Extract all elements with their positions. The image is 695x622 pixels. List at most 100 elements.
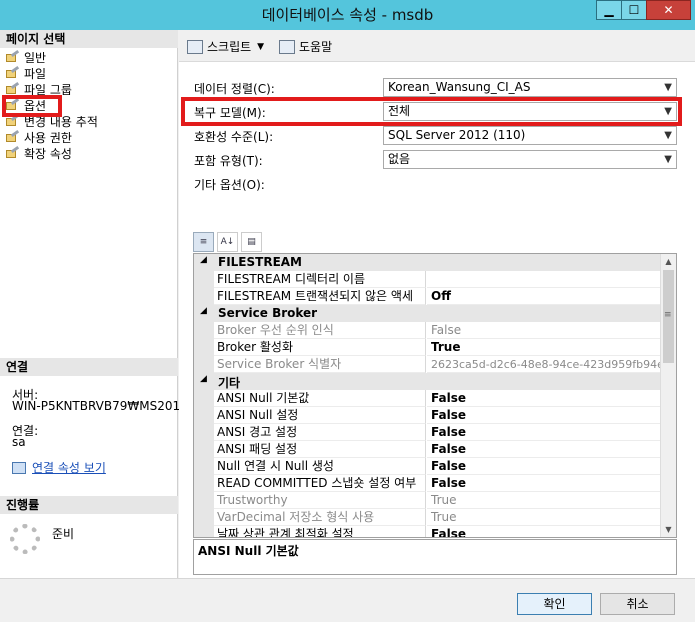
page-item-extended-properties[interactable]: 확장 속성 [6,145,72,162]
compatibility-value: SQL Server 2012 (110) [388,128,526,142]
cancel-button[interactable]: 취소 [600,593,675,615]
property-name: Trustworthy [214,492,426,509]
title-bar: 데이터베이스 속성 - msdb ▁ ☐ ✕ [0,0,695,30]
page-icon [6,49,20,64]
progress-spinner-icon [10,524,40,554]
property-row[interactable]: FILESTREAM 트랜잭션되지 않은 액세 Off [194,288,662,305]
property-name: FILESTREAM 디렉터리 이름 [214,271,426,288]
chevron-down-icon[interactable]: ▼ [664,79,672,96]
property-name: ANSI Null 설정 [214,407,426,424]
other-options-label: 기타 옵션(O): [194,178,265,192]
property-row[interactable]: Broker 우선 순위 인식 False [194,322,662,339]
property-row[interactable]: Broker 활성화 True [194,339,662,356]
server-value: WIN-P5KNTBRVB79₩MS201: [12,399,185,413]
category-label: FILESTREAM [218,255,302,269]
property-row[interactable]: Trustworthy True [194,492,662,509]
property-value[interactable] [427,271,662,288]
script-button[interactable]: 스크립트 ▼ [187,38,264,55]
categorized-icon[interactable]: ≡ [193,232,214,252]
collapse-icon[interactable]: ◢ [200,255,207,265]
ok-button[interactable]: 확인 [517,593,592,615]
page-item-files[interactable]: 파일 [6,65,47,82]
containment-select[interactable]: 없음 ▼ [383,150,677,169]
property-row[interactable]: VarDecimal 저장소 형식 사용 True [194,509,662,526]
property-row[interactable]: FILESTREAM 디렉터리 이름 [194,271,662,288]
property-name: Broker 우선 순위 인식 [214,322,426,339]
property-name: Service Broker 식별자 [214,356,426,373]
property-value[interactable]: False [427,424,662,441]
property-value[interactable]: False [427,407,662,424]
property-value: False [427,322,662,339]
page-icon [6,129,20,144]
page-item-permissions[interactable]: 사용 권한 [6,129,72,146]
property-value[interactable]: True [427,339,662,356]
page-icon [6,65,20,80]
property-value[interactable]: False [427,475,662,492]
property-value[interactable]: False [427,390,662,407]
script-label: 스크립트 [207,40,252,54]
script-icon [187,39,203,54]
window-title: 데이터베이스 속성 - msdb [261,6,434,24]
property-name: ANSI 경고 설정 [214,424,426,441]
category-label: Service Broker [218,306,318,320]
property-name: READ COMMITTED 스냅숏 설정 여부 [214,475,426,492]
property-value: 2623ca5d-d2c6-48e8-94ce-423d959fb94e [427,356,662,373]
dialog-client: 페이지 선택 일반 파일 파일 그룹 옵션 변경 내용 추적 사용 권한 확장 … [0,30,695,622]
property-row[interactable]: Service Broker 식별자 2623ca5d-d2c6-48e8-94… [194,356,662,373]
category-label: 기타 [218,376,241,390]
property-row[interactable]: READ COMMITTED 스냅숏 설정 여부 False [194,475,662,492]
property-name: Null 연결 시 Null 생성 [214,458,426,475]
collapse-icon[interactable]: ◢ [200,374,207,384]
category-misc[interactable]: ◢ 기타 [194,373,662,390]
property-name: FILESTREAM 트랜잭션되지 않은 액세 [214,288,426,305]
category-filestream[interactable]: ◢ FILESTREAM [194,254,662,271]
close-button[interactable]: ✕ [646,0,691,20]
page-icon [6,145,20,160]
view-connection-properties[interactable]: 연결 속성 보기 [12,459,106,476]
property-row[interactable]: ANSI 경고 설정 False [194,424,662,441]
left-panel: 페이지 선택 일반 파일 파일 그룹 옵션 변경 내용 추적 사용 권한 확장 … [0,30,184,578]
compatibility-label: 호환성 수준(L): [194,130,274,144]
collation-select[interactable]: Korean_Wansung_CI_AS ▼ [383,78,677,97]
property-pages-icon[interactable]: ▤ [241,232,262,252]
property-row[interactable]: 날짜 상관 관계 최적화 설정 False [194,526,662,537]
collation-label: 데이터 정렬(C): [194,82,275,96]
maximize-button[interactable]: ☐ [621,0,647,20]
property-row-selected[interactable]: ANSI Null 기본값 False [194,390,662,407]
collapse-icon[interactable]: ◢ [200,306,207,316]
view-connection-link[interactable]: 연결 속성 보기 [32,459,106,476]
property-row[interactable]: Null 연결 시 Null 생성 False [194,458,662,475]
connection-properties-icon [12,461,26,474]
chevron-down-icon[interactable]: ▼ [257,42,264,52]
property-value[interactable]: False [427,441,662,458]
scroll-down-icon[interactable]: ▼ [661,522,676,537]
property-value[interactable]: False [427,526,662,537]
alphabetical-sort-icon[interactable]: A↓ [217,232,238,252]
property-name: ANSI 패딩 설정 [214,441,426,458]
options-pane: 데이터 정렬(C): Korean_Wansung_CI_AS ▼ 복구 모델(… [179,62,695,578]
property-row[interactable]: ANSI 패딩 설정 False [194,441,662,458]
progress-header: 진행률 [0,496,178,514]
property-row[interactable]: ANSI Null 설정 False [194,407,662,424]
page-select-header: 페이지 선택 [0,30,178,48]
help-label: 도움말 [299,40,333,54]
chevron-down-icon[interactable]: ▼ [664,127,672,144]
scroll-up-icon[interactable]: ▲ [661,254,676,269]
page-item-label: 사용 권한 [24,131,72,145]
toolbar: 스크립트 ▼ 도움말 [179,30,695,62]
help-button[interactable]: 도움말 [279,38,332,55]
chevron-down-icon[interactable]: ▼ [664,151,672,168]
compatibility-select[interactable]: SQL Server 2012 (110) ▼ [383,126,677,145]
property-name: Broker 활성화 [214,339,426,356]
property-grid-toolbar: ≡ A↓ ▤ [193,232,265,252]
property-value[interactable]: Off [427,288,662,305]
category-service-broker[interactable]: ◢ Service Broker [194,305,662,322]
page-item-general[interactable]: 일반 [6,49,46,66]
minimize-button[interactable]: ▁ [596,0,622,20]
page-icon [6,113,20,128]
property-value[interactable]: False [427,458,662,475]
property-value: True [427,509,662,526]
property-grid-scrollbar[interactable]: ▲ ≡ ▼ [660,254,676,537]
dialog-button-bar: 확인 취소 [0,578,695,622]
page-item-label: 파일 [24,67,47,81]
